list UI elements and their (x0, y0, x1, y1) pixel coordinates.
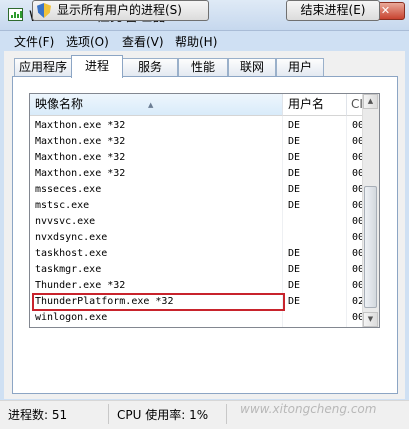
process-name-cell: mstsc.exe (35, 200, 90, 211)
uac-shield-icon (37, 3, 51, 18)
table-row[interactable]: nvxdsync.exe 00 (30, 230, 365, 246)
user-name-cell: DE (288, 120, 301, 131)
user-name-cell: DE (288, 136, 301, 147)
process-name-cell: winlogon.exe (35, 312, 108, 323)
table-row[interactable]: winlogon.exe 00 (30, 310, 365, 326)
status-separator (226, 404, 227, 424)
table-row[interactable]: Maxthon.exe *32 DE 00 (30, 166, 365, 182)
table-row[interactable]: Maxthon.exe *32 DE 00 (30, 118, 365, 134)
menu-file[interactable]: 文件(F) (14, 33, 54, 50)
user-name-cell: DE (288, 280, 301, 291)
table-row[interactable]: taskmgr.exe DE 00 (30, 262, 365, 278)
table-row[interactable]: mstsc.exe DE 00 (30, 198, 365, 214)
scroll-up-icon[interactable]: ▲ (363, 94, 378, 109)
process-name-cell: taskmgr.exe (35, 264, 102, 275)
menu-bar: 文件(F) 选项(O) 查看(V) 帮助(H) (0, 31, 409, 51)
process-list[interactable]: ▲ 映像名称 用户名 CI Maxthon.exe *32 DE 00 Maxthon… (29, 93, 380, 328)
end-process-button[interactable]: 结束进程(E) (286, 0, 380, 21)
process-name-cell: taskhost.exe (35, 248, 108, 259)
column-header-user-name[interactable]: 用户名 (283, 94, 347, 116)
user-name-cell: DE (288, 152, 301, 163)
process-name-cell: Maxthon.exe *32 (35, 120, 126, 131)
process-name-cell: Maxthon.exe *32 (35, 136, 126, 147)
vertical-scrollbar[interactable]: ▲ ▼ (362, 94, 379, 327)
tab-processes[interactable]: 进程 (71, 55, 123, 78)
scroll-down-icon[interactable]: ▼ (363, 312, 378, 327)
menu-view[interactable]: 查看(V) (122, 33, 164, 50)
tab-networking[interactable]: 联网 (228, 58, 276, 76)
user-name-cell: DE (288, 296, 301, 307)
task-manager-icon (8, 8, 23, 21)
tab-applications[interactable]: 应用程序 (14, 58, 72, 76)
tab-users[interactable]: 用户 (276, 58, 324, 76)
table-row[interactable]: Thunder.exe *32 DE 00 (30, 278, 365, 294)
watermark: www.xitongcheng.com (240, 402, 377, 416)
status-cpu-usage: CPU 使用率: 1% (117, 408, 209, 422)
table-row[interactable]: msseces.exe DE 00 (30, 182, 365, 198)
user-name-cell: DE (288, 248, 301, 259)
process-name-cell: Maxthon.exe *32 (35, 152, 126, 163)
user-name-cell: DE (288, 168, 301, 179)
show-all-users-processes-button[interactable]: 显示所有用户的进程(S) (32, 0, 209, 21)
menu-help[interactable]: 帮助(H) (175, 33, 217, 50)
column-header-image-name[interactable]: ▲ 映像名称 (30, 94, 283, 116)
tab-performance[interactable]: 性能 (178, 58, 228, 76)
process-name-cell: msseces.exe (35, 184, 102, 195)
process-name-cell: Thunder.exe *32 (35, 280, 126, 291)
tab-services[interactable]: 服务 (122, 58, 178, 76)
user-name-cell: DE (288, 200, 301, 211)
process-name-cell: nvvsvc.exe (35, 216, 96, 227)
status-separator (108, 404, 109, 424)
table-row[interactable]: Maxthon.exe *32 DE 00 (30, 134, 365, 150)
user-name-cell: DE (288, 184, 301, 195)
table-row[interactable]: Maxthon.exe *32 DE 00 (30, 150, 365, 166)
table-row[interactable]: ThunderPlatform.exe *32 DE 02 (30, 293, 365, 311)
menu-options[interactable]: 选项(O) (66, 33, 109, 50)
user-name-cell: DE (288, 264, 301, 275)
status-process-count: 进程数: 51 (8, 408, 68, 422)
table-row[interactable]: nvvsvc.exe 00 (30, 214, 365, 230)
process-name-cell: Maxthon.exe *32 (35, 168, 126, 179)
highlight-box (32, 293, 285, 311)
process-name-cell: nvxdsync.exe (35, 232, 108, 243)
table-row[interactable]: taskhost.exe DE 00 (30, 246, 365, 262)
scroll-thumb[interactable] (364, 186, 377, 308)
sort-ascending-icon: ▲ (148, 101, 154, 109)
